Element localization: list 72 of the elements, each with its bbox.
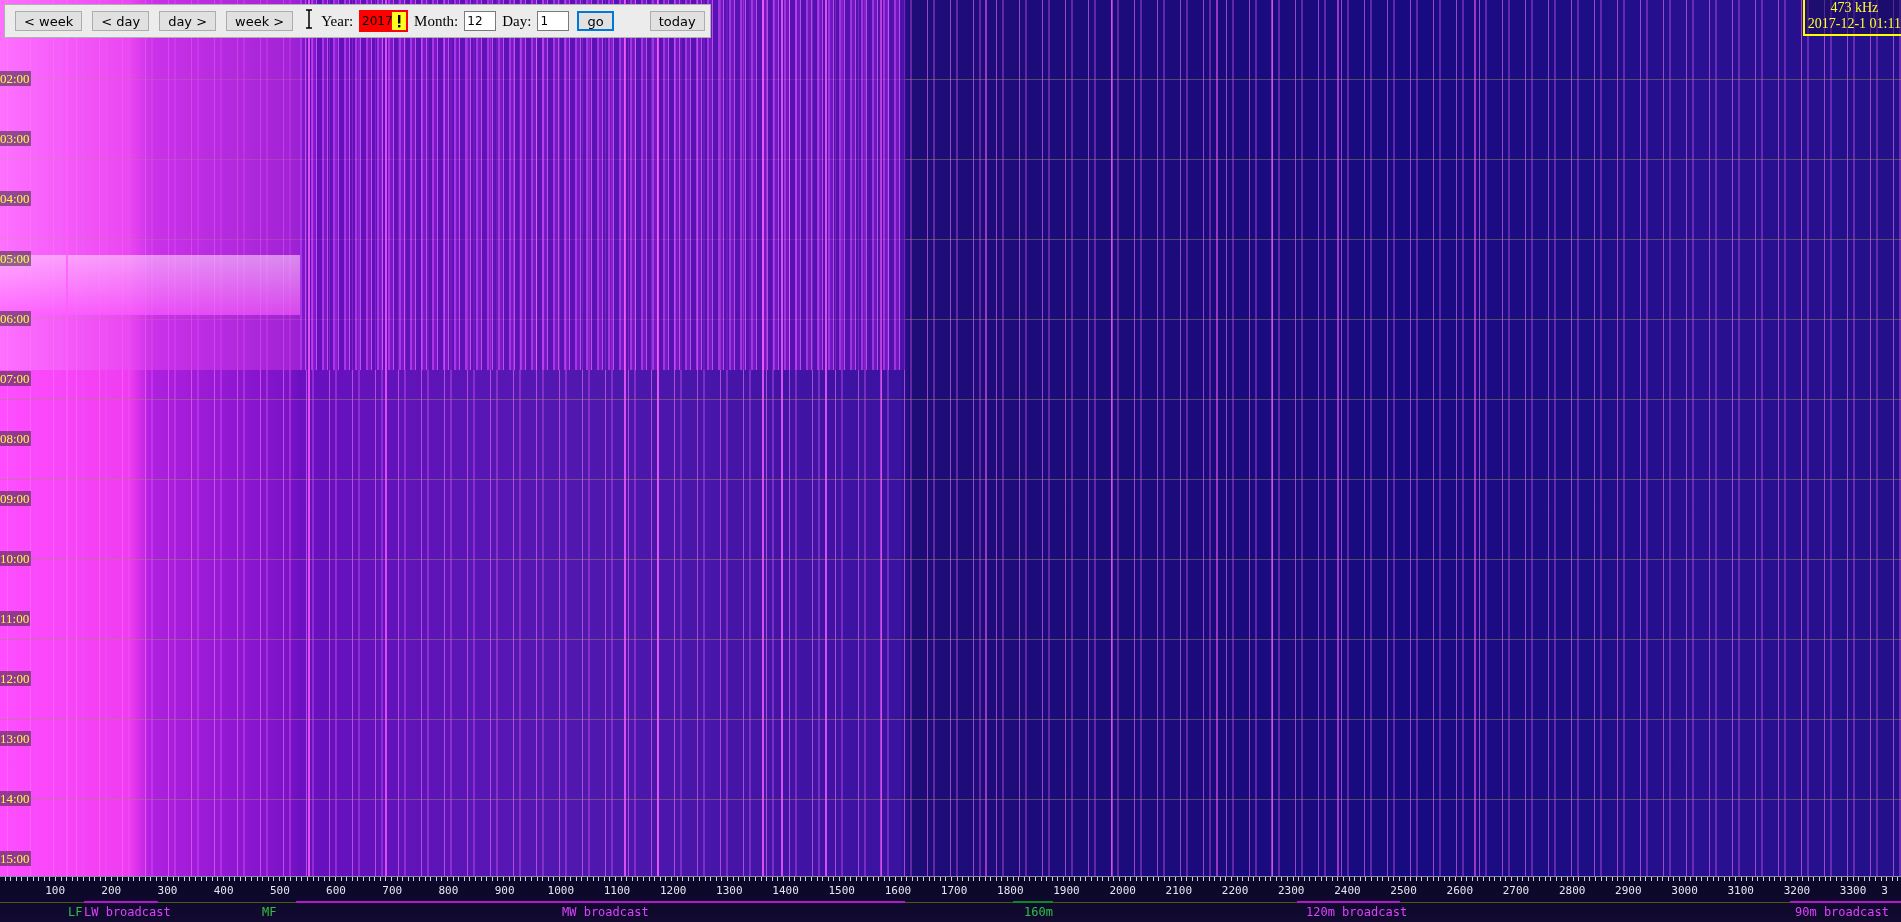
- frequency-label: 2000: [1108, 883, 1137, 897]
- frequency-label: 700: [381, 883, 404, 897]
- year-field[interactable]: 2017: [359, 10, 409, 32]
- frequency-label: 600: [325, 883, 347, 897]
- frequency-label: 3100: [1726, 883, 1755, 897]
- year-input[interactable]: 2017: [362, 14, 393, 28]
- band-label: 160m: [1024, 905, 1053, 919]
- band-label: MW broadcast: [562, 905, 649, 919]
- day-label: Day:: [502, 12, 532, 30]
- frequency-label: 2900: [1614, 883, 1643, 897]
- time-label: 04:00: [0, 191, 31, 206]
- frequency-label: 1500: [827, 883, 856, 897]
- time-label: 06:00: [0, 311, 31, 326]
- time-label: 12:00: [0, 671, 31, 686]
- time-label: 02:00: [0, 71, 31, 86]
- frequency-label: 200: [100, 883, 123, 897]
- frequency-label: 3: [1881, 883, 1888, 897]
- frequency-label: 1800: [996, 883, 1025, 897]
- frequency-label: 3000: [1670, 883, 1699, 897]
- frequency-label: 1000: [546, 883, 576, 897]
- navigation-button[interactable]: day >: [159, 11, 217, 31]
- day-field[interactable]: 1: [537, 11, 570, 31]
- band-label: 90m broadcast: [1795, 905, 1889, 919]
- frequency-label: 1700: [939, 883, 969, 897]
- time-label: 09:00: [0, 491, 31, 506]
- time-label: 10:00: [0, 551, 31, 566]
- go-button[interactable]: go: [577, 11, 614, 31]
- frequency-readout: 473 kHz: [1830, 0, 1879, 16]
- time-readout: 2017-12-1 01:11: [1807, 16, 1901, 32]
- frequency-label: 1200: [658, 883, 688, 897]
- frequency-label: 2800: [1557, 883, 1587, 897]
- time-label: 15:00: [0, 851, 31, 866]
- frequency-label: 2700: [1501, 883, 1531, 897]
- frequency-label: 500: [268, 883, 291, 897]
- text-cursor-icon: [305, 9, 314, 29]
- frequency-label: 900: [493, 883, 516, 897]
- navigation-button[interactable]: < day: [92, 11, 150, 31]
- frequency-label: 1400: [771, 883, 800, 897]
- frequency-label: 2400: [1333, 883, 1362, 897]
- band-label: LF: [68, 905, 83, 919]
- year-label: Year:: [321, 12, 354, 30]
- frequency-label: 2600: [1445, 883, 1475, 897]
- time-label: 14:00: [0, 791, 31, 806]
- frequency-label: 2500: [1389, 883, 1418, 897]
- frequency-label: 3200: [1782, 883, 1812, 897]
- frequency-label: 300: [156, 883, 179, 897]
- month-label: Month:: [414, 12, 459, 30]
- band-label: 120m broadcast: [1306, 905, 1408, 919]
- frequency-label: 100: [44, 883, 67, 897]
- frequency-label: 1300: [715, 883, 744, 897]
- time-label: 07:00: [0, 371, 31, 386]
- time-label: 03:00: [0, 131, 31, 146]
- frequency-label: 1600: [883, 883, 913, 897]
- time-label: 13:00: [0, 731, 31, 746]
- frequency-label: 1900: [1052, 883, 1081, 897]
- frequency-label: 3300: [1838, 883, 1868, 897]
- frequency-label: 400: [212, 883, 235, 897]
- frequency-label: 1100: [602, 883, 632, 897]
- band-label: MF: [262, 905, 277, 919]
- navigation-button[interactable]: week >: [226, 11, 294, 31]
- time-label: 05:00: [0, 251, 31, 266]
- band-label: LW broadcast: [84, 905, 171, 919]
- today-button[interactable]: today: [649, 11, 705, 31]
- frequency-label: 2100: [1164, 883, 1194, 897]
- time-label: 08:00: [0, 431, 31, 446]
- navigation-button[interactable]: < week: [15, 11, 83, 31]
- warning-icon: [392, 12, 407, 30]
- frequency-label: 800: [437, 883, 460, 897]
- time-label: 11:00: [0, 611, 31, 626]
- frequency-label: 2200: [1220, 883, 1250, 897]
- month-field[interactable]: 12: [464, 11, 497, 31]
- frequency-label: 2300: [1276, 883, 1306, 897]
